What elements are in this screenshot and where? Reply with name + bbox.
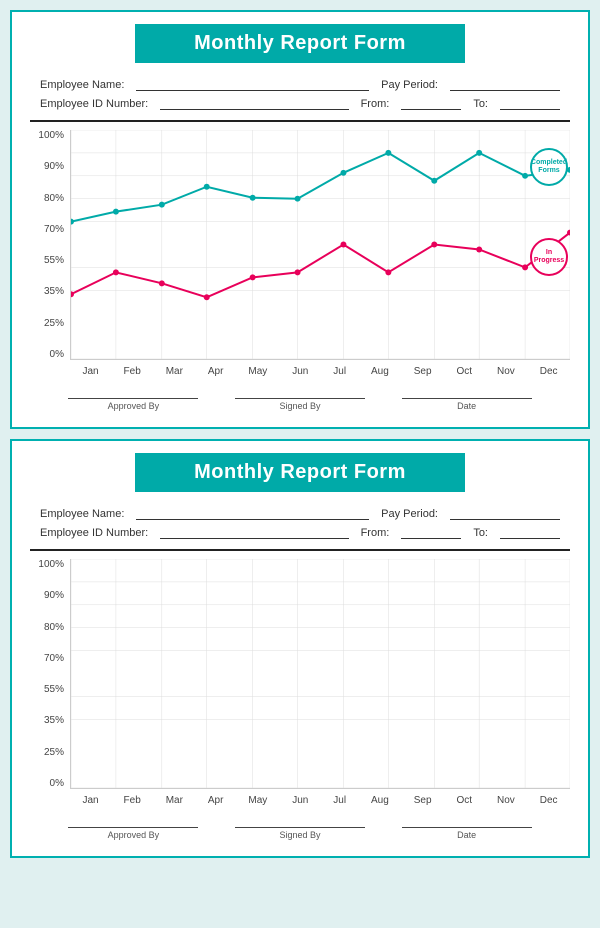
employee-name-label-2: Employee Name:	[40, 508, 124, 520]
signature-section-2: Approved By Signed By Date	[30, 827, 570, 840]
to-line-2[interactable]	[500, 525, 560, 539]
x-labels-2: Jan Feb Mar Apr May Jun Jul Aug Sep Oct …	[70, 791, 570, 819]
chart-svg-2	[71, 559, 570, 788]
employee-name-label-1: Employee Name:	[40, 79, 124, 91]
employee-id-label-1: Employee ID Number:	[40, 98, 148, 110]
field-row-name-2: Employee Name: Pay Period:	[40, 506, 560, 520]
approved-by-label-1: Approved By	[108, 401, 160, 411]
chart-area-1: Completed Forms In Progress	[70, 130, 570, 360]
signed-by-label-1: Signed By	[279, 401, 320, 411]
field-row-id-1: Employee ID Number: From: To:	[40, 96, 560, 110]
employee-name-line-1[interactable]	[136, 77, 369, 91]
from-line-2[interactable]	[401, 525, 461, 539]
signed-by-field-1: Signed By	[235, 398, 365, 411]
approved-by-field-2: Approved By	[68, 827, 198, 840]
field-row-name-1: Employee Name: Pay Period:	[40, 77, 560, 91]
divider-2	[30, 549, 570, 551]
legend-completed-1: Completed Forms	[530, 148, 568, 186]
y-labels-1: 0% 25% 35% 55% 70% 80% 90% 100%	[30, 130, 68, 360]
employee-id-label-2: Employee ID Number:	[40, 527, 148, 539]
to-line-1[interactable]	[500, 96, 560, 110]
employee-id-line-1[interactable]	[160, 96, 348, 110]
divider-1	[30, 120, 570, 122]
pay-period-label-2: Pay Period:	[381, 508, 438, 520]
y-labels-2: 0% 25% 35% 55% 70% 80% 90% 100%	[30, 559, 68, 789]
date-line-2	[402, 827, 532, 828]
chart-2: 0% 25% 35% 55% 70% 80% 90% 100%	[30, 559, 570, 819]
x-labels-1: Jan Feb Mar Apr May Jun Jul Aug Sep Oct …	[70, 362, 570, 390]
chart-1: 0% 25% 35% 55% 70% 80% 90% 100%	[30, 130, 570, 390]
from-label-2: From:	[361, 527, 390, 539]
report-card-2: Monthly Report Form Employee Name: Pay P…	[10, 439, 590, 858]
legend-inprogress-1: In Progress	[530, 238, 568, 276]
chart-svg-1	[71, 130, 570, 359]
employee-id-line-2[interactable]	[160, 525, 348, 539]
date-field-2: Date	[402, 827, 532, 840]
fields-section-1: Employee Name: Pay Period: Employee ID N…	[30, 77, 570, 110]
title-1: Monthly Report Form	[194, 32, 406, 54]
pay-period-line-2[interactable]	[450, 506, 560, 520]
fields-section-2: Employee Name: Pay Period: Employee ID N…	[30, 506, 570, 539]
date-label-1: Date	[457, 401, 476, 411]
signed-by-line-2	[235, 827, 365, 828]
approved-by-line-2	[68, 827, 198, 828]
signed-by-label-2: Signed By	[279, 830, 320, 840]
chart-area-2	[70, 559, 570, 789]
date-label-2: Date	[457, 830, 476, 840]
field-row-id-2: Employee ID Number: From: To:	[40, 525, 560, 539]
employee-name-line-2[interactable]	[136, 506, 369, 520]
pay-period-label-1: Pay Period:	[381, 79, 438, 91]
signed-by-line-1	[235, 398, 365, 399]
date-field-1: Date	[402, 398, 532, 411]
approved-by-field-1: Approved By	[68, 398, 198, 411]
to-label-2: To:	[473, 527, 488, 539]
title-bar-2: Monthly Report Form	[135, 453, 465, 492]
title-2: Monthly Report Form	[194, 461, 406, 483]
signed-by-field-2: Signed By	[235, 827, 365, 840]
from-label-1: From:	[361, 98, 390, 110]
approved-by-label-2: Approved By	[108, 830, 160, 840]
from-line-1[interactable]	[401, 96, 461, 110]
signature-section-1: Approved By Signed By Date	[30, 398, 570, 411]
pay-period-line-1[interactable]	[450, 77, 560, 91]
approved-by-line-1	[68, 398, 198, 399]
date-line-1	[402, 398, 532, 399]
report-card-1: Monthly Report Form Employee Name: Pay P…	[10, 10, 590, 429]
to-label-1: To:	[473, 98, 488, 110]
title-bar-1: Monthly Report Form	[135, 24, 465, 63]
